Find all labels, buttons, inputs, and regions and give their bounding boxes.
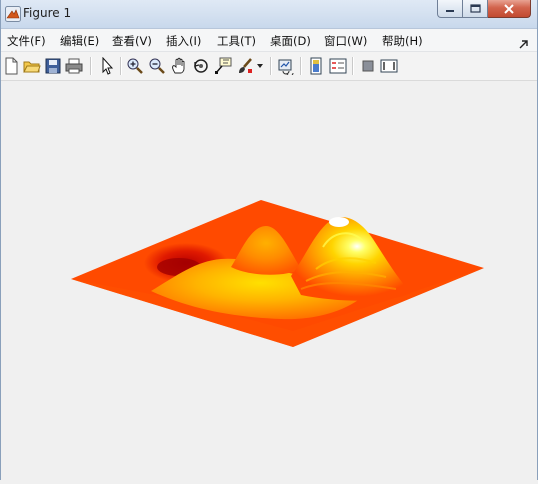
zoom-out-button[interactable] (147, 56, 167, 76)
zoom-out-icon (149, 58, 165, 74)
link-plot-button[interactable] (276, 56, 296, 76)
data-cursor-button[interactable] (213, 56, 233, 76)
surface-plot[interactable] (1, 81, 537, 480)
print-icon (65, 58, 83, 74)
insert-colorbar-icon (310, 57, 322, 75)
menu-help[interactable]: 帮助(H) (382, 33, 423, 49)
save-icon (45, 58, 61, 74)
data-cursor-icon (215, 57, 232, 74)
menu-tools[interactable]: 工具(T) (217, 33, 256, 49)
pan-button[interactable] (169, 56, 189, 76)
show-plot-tools-icon (380, 59, 398, 73)
menu-edit[interactable]: 编辑(E) (60, 33, 99, 49)
open-file-button[interactable] (22, 56, 42, 76)
minimize-button[interactable] (437, 0, 463, 18)
toolbar-separator (90, 57, 92, 75)
menu-desktop[interactable]: 桌面(D) (270, 33, 311, 49)
brush-icon (239, 58, 252, 73)
pan-hand-icon (172, 57, 185, 74)
zoom-in-icon (127, 58, 143, 74)
new-figure-icon (5, 57, 18, 75)
toolbar-separator (120, 57, 122, 75)
hide-plot-tools-button[interactable] (358, 56, 378, 76)
edit-plot-button[interactable] (97, 56, 117, 76)
minimize-icon (446, 9, 454, 12)
show-plot-tools-button[interactable] (379, 56, 399, 76)
brush-dropdown-button[interactable] (255, 56, 265, 76)
figure-toolbar (1, 52, 537, 81)
window-controls (437, 0, 531, 20)
maximize-button[interactable] (463, 0, 488, 18)
save-button[interactable] (43, 56, 63, 76)
hide-plot-tools-icon (362, 60, 374, 72)
open-file-icon (23, 61, 41, 73)
print-button[interactable] (64, 56, 84, 76)
menu-insert[interactable]: 插入(I) (166, 33, 201, 49)
rotate-3d-button[interactable] (191, 56, 211, 76)
toolbar-separator (300, 57, 302, 75)
window-title: Figure 1 (23, 6, 72, 20)
edit-plot-arrow-icon (102, 57, 114, 75)
menu-view[interactable]: 查看(V) (112, 33, 152, 49)
link-plot-icon (278, 59, 294, 75)
new-figure-button[interactable] (1, 56, 21, 76)
maximize-icon (469, 4, 481, 13)
toolbar-separator (352, 57, 354, 75)
close-button[interactable] (488, 0, 531, 18)
insert-colorbar-button[interactable] (306, 56, 326, 76)
dock-figure-icon[interactable] (519, 34, 529, 49)
surface-peak-top (329, 217, 349, 227)
title-bar[interactable]: Figure 1 (1, 0, 537, 29)
insert-legend-icon (329, 58, 347, 74)
menu-bar: 文件(F) 编辑(E) 查看(V) 插入(I) 工具(T) 桌面(D) 窗口(W… (1, 29, 537, 52)
close-icon (504, 3, 514, 14)
chevron-down-icon (257, 64, 263, 68)
brush-button[interactable] (235, 56, 255, 76)
toolbar-separator (270, 57, 272, 75)
figure-window: Figure 1 文件(F) 编辑(E) 查看(V) 插入(I) 工具(T) 桌… (0, 0, 538, 480)
insert-legend-button[interactable] (328, 56, 348, 76)
zoom-in-button[interactable] (125, 56, 145, 76)
menu-file[interactable]: 文件(F) (7, 33, 46, 49)
figure-canvas[interactable] (1, 81, 537, 480)
rotate-3d-icon (194, 59, 208, 73)
matlab-app-icon (5, 6, 21, 22)
menu-window[interactable]: 窗口(W) (324, 33, 367, 49)
